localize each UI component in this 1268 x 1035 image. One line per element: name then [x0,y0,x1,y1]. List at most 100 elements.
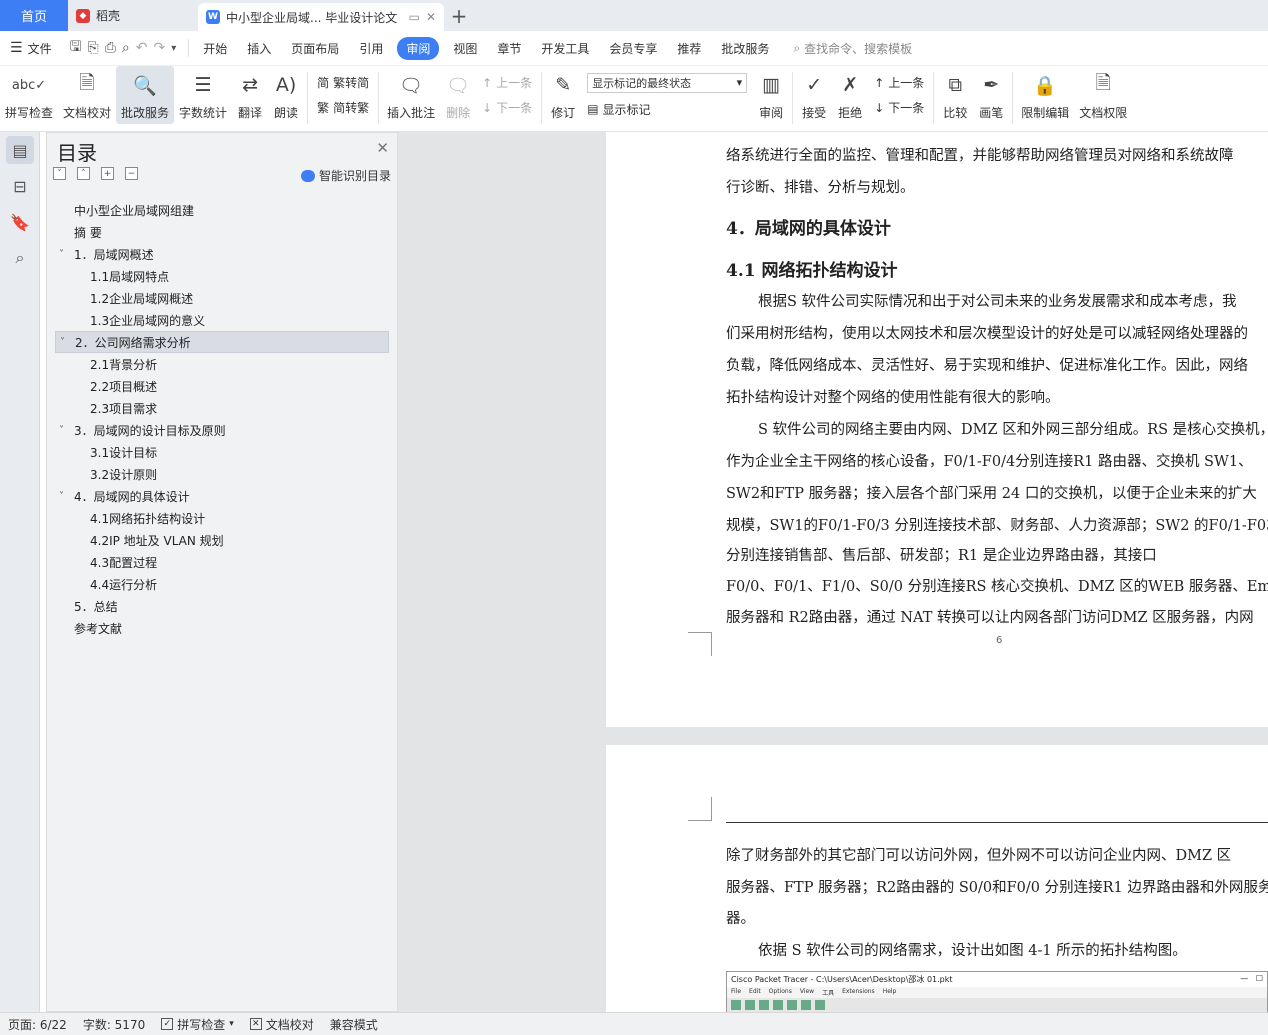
track-changes-button[interactable]: ✎ 修订 [545,66,581,124]
collapse-icon[interactable]: − [125,167,138,180]
menu-recommend[interactable]: 推荐 [667,40,711,57]
toc-item[interactable]: 1.3企业局域网的意义 [47,309,397,331]
paragraph-line: SW2和FTP 服务器；接入层各个部门采用 24 口的交换机，以便于企业未来的扩… [726,486,1257,502]
undo-icon[interactable]: ↶ [136,40,148,56]
doc-proof-label: 文档校对 [63,106,112,120]
tab-home[interactable]: 首页 [0,0,68,31]
menu-member[interactable]: 会员专享 [599,40,667,57]
compare-button[interactable]: ⧉ 比较 [937,66,973,124]
accept-button[interactable]: ✓ 接受 [796,66,832,124]
paragraph-line: 分别连接销售部、售后部、研发部；R1 是企业边界路由器，其接口 [726,548,1157,564]
toc-item[interactable]: 3.2设计原则 [47,463,397,485]
toc-item[interactable]: 参考文献 [47,617,397,639]
reject-button[interactable]: ✗ 拒绝 [832,66,868,124]
review-pane-button[interactable]: ▥ 审阅 [753,66,789,124]
print-icon[interactable]: ⎙ [105,40,116,56]
chevron-down-icon[interactable]: ˅ [60,337,75,348]
toc-item[interactable]: 1.2企业局域网概述 [47,287,397,309]
chevron-down-icon[interactable]: ˅ [59,249,74,260]
menu-insert[interactable]: 插入 [237,40,281,57]
insert-comment-button[interactable]: 🗨 插入批注 [382,66,440,124]
expand-icon[interactable]: + [101,167,114,180]
toc-item[interactable]: 5．总结 [47,595,397,617]
chevron-down-icon[interactable]: ˅ [59,491,74,502]
screenshot-menu-item: View [799,988,815,995]
menu-start[interactable]: 开始 [193,40,237,57]
spell-check-status[interactable]: ✓ 拼写检查 ▾ [153,1016,242,1033]
pen-icon: ✒ [983,74,1000,96]
menu-section[interactable]: 章节 [487,40,531,57]
chevron-down-icon[interactable]: ˅ [59,425,74,436]
toc-item[interactable]: 2.3项目需求 [47,397,397,419]
toc-item[interactable]: 2.2项目概述 [47,375,397,397]
to-traditional-button[interactable]: 繁简转繁 [317,99,369,116]
toc-item[interactable]: 2.1背景分析 [47,353,397,375]
doc-permission-button[interactable]: 🗎 文档权限 [1074,66,1132,124]
export-icon[interactable]: ⎘ [88,40,99,56]
page-indicator[interactable]: 页面: 6/22 [0,1016,75,1033]
toc-item[interactable]: 4.2IP 地址及 VLAN 规划 [47,529,397,551]
toc-item[interactable]: 4.1网络拓扑结构设计 [47,507,397,529]
monitor-icon[interactable]: ▭ [409,10,420,24]
pen-button[interactable]: ✒ 画笔 [973,66,1009,124]
collapse-up-icon[interactable]: ˄ [77,167,90,180]
tab-document[interactable]: W 中小型企业局域... 毕业设计论文 ▭ ✕ [198,3,444,31]
close-icon[interactable]: ✕ [376,139,389,157]
word-count-indicator[interactable]: 字数: 5170 [75,1016,153,1033]
toc-item[interactable]: 4.3配置过程 [47,551,397,573]
menu-review[interactable]: 审阅 [397,36,440,60]
spell-check-button[interactable]: abc✓ 拼写检查 [0,66,58,124]
toc-item[interactable]: ˅ 3．局域网的设计目标及原则 [47,419,397,441]
tab-daoke[interactable]: ◆ 稻壳 [68,0,198,31]
toc-item[interactable]: 4.4运行分析 [47,573,397,595]
toc-item[interactable]: 3.1设计目标 [47,441,397,463]
redo-icon[interactable]: ↷ [154,40,166,56]
toc-item[interactable]: ˅ 2．公司网络需求分析 [55,331,389,353]
word-count-button[interactable]: ☰ 字数统计 [174,66,232,124]
markup-group: 显示标记的最终状态 ▾ ▤ 显示标记 [581,66,753,124]
review-service-button[interactable]: 🔍 批改服务 [116,66,175,124]
search-icon[interactable]: ⌕ [6,244,34,272]
toc-panel-icon[interactable]: ▤ [6,136,34,164]
prev-comment-button[interactable]: ↑ 上一条 [482,74,532,91]
restrict-edit-button[interactable]: 🔒 限制编辑 [1016,66,1074,124]
save-icon[interactable]: 🖫 [70,36,82,60]
doc-proof-button[interactable]: 🗎 文档校对 [58,66,116,124]
prev-icon: ↑ [482,75,493,90]
prev-change-button[interactable]: ↑ 上一条 [874,74,924,91]
next-change-button[interactable]: ↓ 下一条 [874,99,924,116]
paragraph-line: 行诊断、排错、分析与规划。 [726,180,915,196]
smart-toc-button[interactable]: 智能识别目录 [300,167,391,184]
menu-correction-service[interactable]: 批改服务 [711,40,779,57]
smart-icon [300,169,315,182]
command-search[interactable]: ⌕ 查找命令、搜索模板 [793,40,912,57]
bookmark-icon[interactable]: 🔖 [6,208,34,236]
toc-item[interactable]: 摘 要 [47,221,397,243]
menu-layout[interactable]: 页面布局 [281,40,349,57]
customize-icon[interactable]: ▾ [171,43,176,54]
to-simplified-button[interactable]: 简繁转简 [317,74,369,91]
read-aloud-button[interactable]: A) 朗读 [268,66,304,124]
collapse-down-icon[interactable]: ˅ [53,167,66,180]
doc-proof-status[interactable]: ✕ 文档校对 [242,1016,322,1033]
toc-item[interactable]: ˅ 1．局域网概述 [47,243,397,265]
toc-item[interactable]: 1.1局域网特点 [47,265,397,287]
close-tab-icon[interactable]: ✕ [426,10,436,24]
toc-item-label: 1.1局域网特点 [90,269,170,284]
toc-item[interactable]: ˅ 4．局域网的具体设计 [47,485,397,507]
new-tab-button[interactable]: + [444,0,474,31]
menu-references[interactable]: 引用 [349,40,393,57]
menu-view[interactable]: 视图 [443,40,487,57]
chapter-panel-icon[interactable]: ⊟ [6,172,34,200]
markup-select[interactable]: 显示标记的最终状态 ▾ [587,72,748,93]
print-preview-icon[interactable]: ⌕ [122,40,130,56]
next-comment-button[interactable]: ↓ 下一条 [482,99,532,116]
margin-corner-mark [688,632,712,656]
toc-item[interactable]: 中小型企业局域网组建 [47,199,397,221]
menu-developer[interactable]: 开发工具 [531,40,599,57]
translate-button[interactable]: ⇄ 翻译 [232,66,268,124]
show-markup-button[interactable]: ▤ 显示标记 [587,101,747,118]
file-menu[interactable]: ☰ 文件 [0,40,62,57]
toc-item-label: 1.3企业局域网的意义 [90,313,206,328]
delete-comment-button[interactable]: 🗨 删除 [440,66,476,124]
